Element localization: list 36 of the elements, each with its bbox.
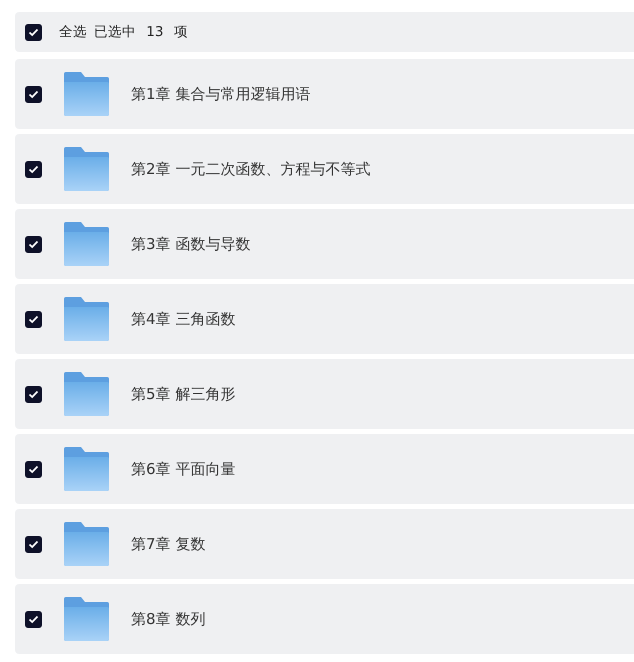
check-icon	[28, 164, 39, 174]
checkbox[interactable]	[25, 86, 42, 102]
check-icon	[28, 390, 39, 398]
folder-icon	[63, 222, 109, 266]
folder-icon	[63, 597, 109, 641]
checkbox[interactable]	[25, 386, 42, 402]
check-icon	[28, 464, 39, 474]
folder-icon	[63, 72, 109, 116]
checkbox[interactable]	[25, 610, 42, 628]
checkbox[interactable]	[25, 310, 42, 328]
folder-name[interactable]: 第7章 复数	[131, 534, 206, 554]
folder-name[interactable]: 第2章 一元二次函数、方程与不等式	[131, 160, 370, 178]
checkbox[interactable]	[25, 236, 42, 252]
folder-icon	[63, 372, 109, 416]
selected-count: 已选中 13 项	[94, 23, 188, 41]
folder-name[interactable]: 第6章 平面向量	[131, 460, 236, 478]
folder-icon	[63, 147, 109, 191]
check-icon	[28, 614, 39, 624]
checkbox[interactable]	[25, 536, 42, 552]
check-icon	[28, 28, 39, 36]
checkbox[interactable]	[25, 160, 42, 178]
check-icon	[28, 540, 39, 548]
folder-icon	[63, 447, 109, 491]
folder-name[interactable]: 第3章 函数与导数	[131, 234, 250, 254]
check-icon	[28, 314, 39, 324]
folder-icon	[63, 522, 109, 566]
checkbox[interactable]	[25, 460, 42, 478]
check-icon	[28, 90, 39, 98]
folder-name[interactable]: 第1章 集合与常用逻辑用语	[131, 84, 310, 104]
folder-name[interactable]: 第8章 数列	[131, 610, 206, 628]
select-all-label[interactable]: 全选	[59, 23, 87, 41]
folder-name[interactable]: 第4章 三角函数	[131, 310, 236, 328]
checkbox[interactable]	[25, 24, 42, 40]
check-icon	[28, 240, 39, 248]
folder-icon	[63, 297, 109, 341]
folder-name[interactable]: 第5章 解三角形	[131, 384, 236, 404]
